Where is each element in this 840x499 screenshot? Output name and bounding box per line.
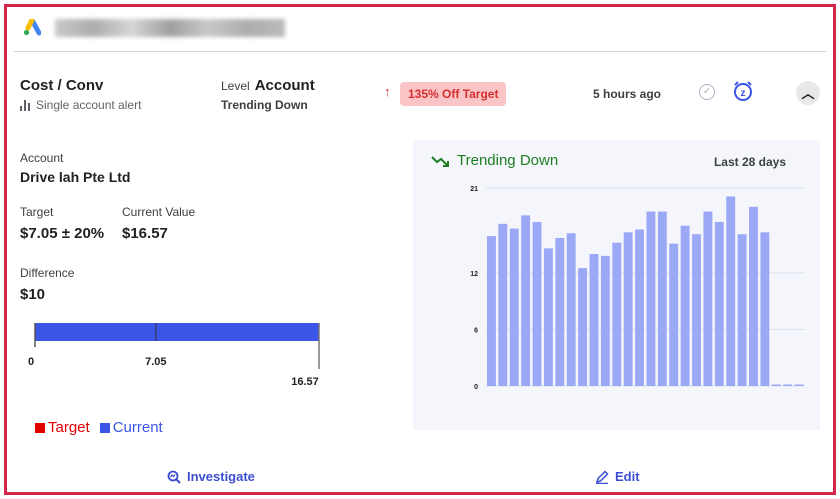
bar xyxy=(794,384,804,386)
header-divider xyxy=(14,51,826,52)
current-value-label: Current Value xyxy=(122,205,196,219)
account-title-redacted xyxy=(55,19,285,37)
bar xyxy=(543,248,553,386)
bar xyxy=(783,384,793,386)
tick-label: 16.57 xyxy=(291,376,319,387)
legend-current-label: Current xyxy=(112,419,163,436)
bar xyxy=(623,232,633,386)
edit-button[interactable]: Edit xyxy=(595,469,640,484)
difference-label: Difference xyxy=(20,266,75,280)
bar xyxy=(657,211,667,386)
trend-bar-chart: 0 6 12 21 xyxy=(470,186,805,391)
y-tick-label: 12 xyxy=(470,271,478,278)
bar xyxy=(635,229,644,386)
level-label: Level xyxy=(221,79,250,93)
account-value: Drive lah Pte Ltd xyxy=(20,169,131,185)
current-bar xyxy=(35,323,319,341)
pencil-icon xyxy=(595,469,609,484)
edit-label: Edit xyxy=(615,469,640,484)
search-chart-icon xyxy=(167,470,181,484)
google-ads-logo-icon xyxy=(23,19,41,36)
bar xyxy=(521,215,531,386)
bar xyxy=(612,242,622,386)
legend-target: Target xyxy=(35,419,90,436)
bar xyxy=(600,255,610,386)
collapse-chevron-up-button[interactable]: ︿ xyxy=(796,81,820,105)
current-value: $16.57 xyxy=(122,225,168,242)
bar xyxy=(566,233,576,386)
level-value: Account xyxy=(254,77,315,94)
bar xyxy=(714,221,724,386)
timestamp: 5 hours ago xyxy=(593,87,662,101)
resolve-check-icon[interactable]: ✓ xyxy=(699,84,715,100)
svg-text:z: z xyxy=(741,88,746,99)
y-tick-label: 21 xyxy=(470,186,478,193)
bar xyxy=(532,221,542,386)
target-vs-current-chart: 0 7.05 16.57 xyxy=(28,323,320,387)
target-value: $7.05 ± 20% xyxy=(20,225,105,242)
tick-label: 7.05 xyxy=(145,356,166,368)
bar xyxy=(589,254,599,386)
snooze-alarm-icon[interactable]: z xyxy=(732,80,754,102)
bar xyxy=(692,234,701,386)
alert-card: Cost / Conv Single account alert Level A… xyxy=(4,4,836,495)
bar xyxy=(760,232,770,386)
bar xyxy=(487,236,496,386)
bar xyxy=(749,206,758,386)
y-tick-label: 6 xyxy=(474,327,478,334)
target-label: Target xyxy=(20,205,54,219)
trend-status: Trending Down xyxy=(221,98,308,112)
account-label: Account xyxy=(20,151,64,165)
bar xyxy=(680,225,690,386)
investigate-button[interactable]: Investigate xyxy=(167,469,255,484)
arrow-up-icon: ↑ xyxy=(384,84,391,99)
legend-current: Current xyxy=(99,419,163,436)
alert-subtitle: Single account alert xyxy=(36,98,142,112)
metric-name: Cost / Conv xyxy=(20,77,104,94)
legend-target-label: Target xyxy=(48,419,90,436)
difference-value: $10 xyxy=(20,286,46,303)
bar xyxy=(509,228,519,386)
bar xyxy=(555,237,565,386)
bar xyxy=(578,268,588,386)
bar xyxy=(646,211,656,386)
bar xyxy=(726,196,736,386)
bar xyxy=(737,234,747,386)
tick-label: 0 xyxy=(28,356,34,368)
bar-chart-icon xyxy=(20,99,30,111)
investigate-label: Investigate xyxy=(187,469,255,484)
bar xyxy=(771,384,781,386)
bar xyxy=(703,211,713,386)
off-target-badge: 135% Off Target xyxy=(400,82,507,106)
bar xyxy=(669,243,679,386)
y-tick-label: 0 xyxy=(474,384,478,391)
bar xyxy=(498,223,508,386)
trend-panel: Trending Down Last 28 days 0 6 12 21 xyxy=(413,140,820,430)
